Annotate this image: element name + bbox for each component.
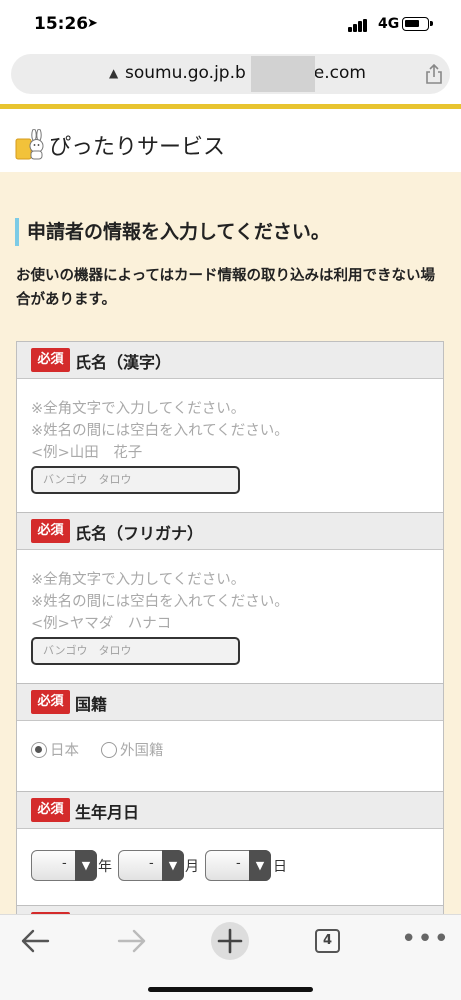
battery-icon xyxy=(402,17,433,31)
birth-month-select[interactable]: - ▼ xyxy=(118,850,184,881)
share-icon[interactable] xyxy=(425,64,443,84)
field-header: 必須 生年月日 xyxy=(17,792,443,829)
page-title: 申請者の情報を入力してください。 xyxy=(15,218,330,246)
dropdown-arrow-icon: ▼ xyxy=(162,850,184,881)
redacted-url-segment xyxy=(251,56,315,92)
birthdate-field: 必須 生年月日 - ▼ 年 - ▼ 月 - ▼ 日 xyxy=(16,791,444,906)
birth-day-select[interactable]: - ▼ xyxy=(205,850,271,881)
url-text: soumu.go.jp.b e.com xyxy=(125,63,366,83)
site-title: ぴったりサービス xyxy=(49,135,226,160)
field-header: 必須 氏名（フリガナ） xyxy=(17,513,443,550)
required-badge: 必須 xyxy=(31,798,70,822)
hint-text: ※全角文字で入力してください。 xyxy=(31,401,246,417)
warning-icon: ▲ xyxy=(109,66,119,80)
field-label: 氏名（フリガナ） xyxy=(75,524,204,543)
home-indicator xyxy=(148,987,313,992)
status-time: 15:26 xyxy=(34,14,89,34)
year-unit: 年 xyxy=(98,859,112,875)
tabs-button[interactable]: 4 xyxy=(315,929,340,953)
status-bar: 15:26 ➤ 4G xyxy=(0,0,461,52)
hint-text: ※姓名の間には空白を入れてください。 xyxy=(31,594,289,610)
rabbit-mascot-logo-icon[interactable] xyxy=(15,129,45,161)
more-menu-icon[interactable]: ••• xyxy=(401,926,450,952)
radio-foreign[interactable] xyxy=(101,741,117,758)
nationality-options: 日本 外国籍 xyxy=(31,739,164,760)
back-arrow-icon[interactable] xyxy=(20,928,50,954)
nationality-field: 必須 国籍 日本 外国籍 xyxy=(16,683,444,792)
name-kanji-field: 必須 氏名（漢字） ※全角文字で入力してください。 ※姓名の間には空白を入れてく… xyxy=(16,341,444,513)
birth-year-select[interactable]: - ▼ xyxy=(31,850,97,881)
required-badge: 必須 xyxy=(31,690,70,714)
dropdown-arrow-icon: ▼ xyxy=(75,850,97,881)
site-header: ぴったりサービス xyxy=(0,109,461,172)
hint-text: ※姓名の間には空白を入れてください。 xyxy=(31,423,289,439)
cellular-signal-icon xyxy=(348,19,372,32)
location-arrow-icon: ➤ xyxy=(87,16,98,31)
select-value: - xyxy=(236,856,241,871)
network-type: 4G xyxy=(378,16,400,32)
select-value: - xyxy=(62,856,67,871)
forward-arrow-icon[interactable] xyxy=(117,928,147,954)
name-kana-input[interactable]: バンゴウ タロウ xyxy=(31,637,240,665)
browser-toolbar: 4 ••• xyxy=(0,914,461,1000)
dropdown-arrow-icon: ▼ xyxy=(249,850,271,881)
main-content: 申請者の情報を入力してください。 お使いの機器によってはカード情報の取り込みは利… xyxy=(0,172,461,914)
plus-icon xyxy=(217,928,243,954)
field-header: 必須 国籍 xyxy=(17,684,443,721)
required-badge: 必須 xyxy=(31,348,70,372)
month-unit: 月 xyxy=(185,859,199,875)
field-label: 氏名（漢字） xyxy=(75,353,172,372)
address-bar[interactable]: ▲ soumu.go.jp.b e.com xyxy=(11,54,450,94)
hint-text: ※全角文字で入力してください。 xyxy=(31,572,246,588)
name-kanji-input[interactable]: バンゴウ タロウ xyxy=(31,466,240,494)
radio-japan[interactable] xyxy=(31,741,47,758)
new-tab-button[interactable] xyxy=(211,922,249,960)
radio-label-foreign: 外国籍 xyxy=(120,743,164,759)
name-kana-field: 必須 氏名（フリガナ） ※全角文字で入力してください。 ※姓名の間には空白を入れ… xyxy=(16,512,444,684)
hint-text: <例>山田 花子 xyxy=(31,445,143,461)
day-unit: 日 xyxy=(273,859,287,875)
field-header: 必須 xyxy=(17,906,443,914)
notice-text: お使いの機器によってはカード情報の取り込みは利用できない場合があります。 xyxy=(16,268,436,308)
field-label: 国籍 xyxy=(75,695,108,714)
select-value: - xyxy=(149,856,154,871)
field-header: 必須 氏名（漢字） xyxy=(17,342,443,379)
hint-text: <例>ヤマダ ハナコ xyxy=(31,616,172,632)
radio-label-japan: 日本 xyxy=(50,743,79,759)
required-badge: 必須 xyxy=(31,519,70,543)
field-label: 生年月日 xyxy=(75,803,140,822)
next-field-partial: 必須 xyxy=(16,905,444,914)
